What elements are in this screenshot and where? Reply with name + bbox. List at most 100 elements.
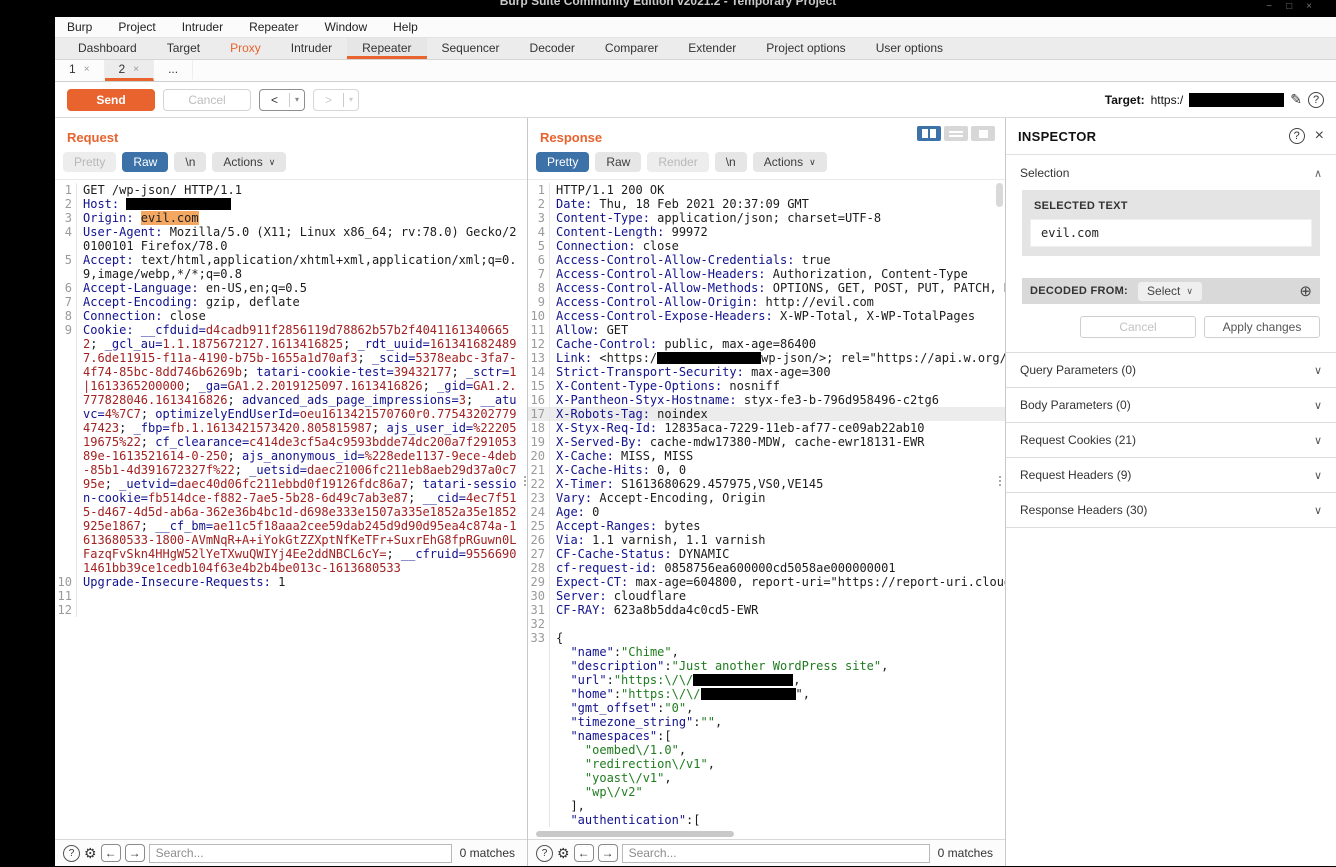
add-decoding-icon[interactable]: ⊕ [1299, 282, 1312, 300]
menu-item-intruder[interactable]: Intruder [182, 20, 223, 34]
line-number: 19 [528, 435, 550, 449]
tab-comparer[interactable]: Comparer [590, 38, 673, 59]
back-dropdown-icon[interactable]: ▾ [290, 95, 304, 104]
search-prev-icon[interactable]: ← [574, 844, 594, 862]
request-editor[interactable]: 1GET /wp-json/ HTTP/1.12Host: 3Origin: e… [55, 179, 527, 839]
code-line: "home":"https:\/\/", [528, 687, 1005, 701]
panel-splitter-handle[interactable] [999, 476, 1001, 486]
apply-changes-button[interactable]: Apply changes [1204, 316, 1320, 338]
code-line: 24Age: 0 [528, 505, 1005, 519]
search-help-icon[interactable]: ? [536, 845, 553, 862]
layout-rows-button[interactable] [944, 126, 968, 141]
decoded-from-select[interactable]: Select ∨ [1138, 282, 1202, 301]
tab-project-options[interactable]: Project options [751, 38, 860, 59]
line-number: 10 [55, 575, 77, 589]
search-settings-icon[interactable]: ⚙ [557, 845, 570, 862]
menu-item-repeater[interactable]: Repeater [249, 20, 298, 34]
view-tab-actions[interactable]: Actions∨ [753, 152, 827, 172]
response-vertical-scrollbar[interactable] [996, 183, 1003, 207]
view-tab-pretty[interactable]: Pretty [536, 152, 589, 172]
inspector-section-response-headers-30[interactable]: Response Headers (30)∨ [1006, 493, 1336, 528]
view-tab-n[interactable]: \n [715, 152, 747, 172]
menu-item-burp[interactable]: Burp [67, 20, 92, 34]
inspector-cancel-button[interactable]: Cancel [1080, 316, 1196, 338]
view-tab-pretty[interactable]: Pretty [63, 152, 116, 172]
chevron-down-icon: ∨ [1314, 364, 1322, 377]
selected-text-value[interactable]: evil.com [1030, 219, 1312, 247]
tab-target[interactable]: Target [152, 38, 215, 59]
response-search-input[interactable] [622, 844, 930, 863]
code-line: 23Vary: Accept-Encoding, Origin [528, 491, 1005, 505]
inspector-help-icon[interactable]: ? [1289, 128, 1305, 144]
decoded-from-label: DECODED FROM: [1030, 285, 1128, 297]
window-controls[interactable]: −□× [1266, 1, 1326, 12]
code-line: "namespaces":[ [528, 729, 1005, 743]
forward-arrow-icon: > [314, 93, 343, 107]
send-button[interactable]: Send [67, 89, 155, 111]
code-line: 8Connection: close [55, 309, 527, 323]
tab-close-icon[interactable]: × [133, 60, 139, 79]
line-number: 20 [528, 449, 550, 463]
tab-user-options[interactable]: User options [861, 38, 958, 59]
view-tab-raw[interactable]: Raw [595, 152, 641, 172]
tab-decoder[interactable]: Decoder [515, 38, 590, 59]
tab-sequencer[interactable]: Sequencer [427, 38, 515, 59]
main-tab-bar: DashboardTargetProxyIntruderRepeaterSequ… [55, 38, 1336, 60]
request-search-input[interactable] [149, 844, 452, 863]
line-number: 15 [528, 379, 550, 393]
cancel-button[interactable]: Cancel [163, 89, 251, 111]
tab-intruder[interactable]: Intruder [276, 38, 347, 59]
response-horizontal-scrollbar[interactable] [536, 831, 734, 837]
selection-section-header[interactable]: Selection ∧ [1006, 155, 1336, 188]
repeater-toolbar: Send Cancel < ▾ > ▾ Target: https:/ ✎ ? [55, 82, 1336, 118]
history-forward-button[interactable]: > ▾ [313, 89, 359, 111]
tab-repeater[interactable]: Repeater [347, 38, 426, 59]
repeater-tab-2[interactable]: 2× [105, 60, 155, 81]
code-line: 26Via: 1.1 varnish, 1.1 varnish [528, 533, 1005, 547]
menu-item-window[interactable]: Window [324, 20, 367, 34]
view-tab-raw[interactable]: Raw [122, 152, 168, 172]
code-line: 2Host: [55, 197, 527, 211]
tab-extender[interactable]: Extender [673, 38, 751, 59]
inspector-section-query-parameters-0[interactable]: Query Parameters (0)∨ [1006, 353, 1336, 388]
inspector-section-body-parameters-0[interactable]: Body Parameters (0)∨ [1006, 388, 1336, 423]
search-settings-icon[interactable]: ⚙ [84, 845, 97, 862]
line-number: 18 [528, 421, 550, 435]
help-icon[interactable]: ? [1308, 92, 1324, 108]
view-tab-actions[interactable]: Actions∨ [212, 152, 286, 172]
code-line: 10Access-Control-Expose-Headers: X-WP-To… [528, 309, 1005, 323]
code-line: "redirection\/v1", [528, 757, 1005, 771]
search-next-icon[interactable]: → [125, 844, 145, 862]
inspector-close-icon[interactable]: × [1315, 129, 1324, 143]
inspector-sections: Query Parameters (0)∨Body Parameters (0)… [1006, 352, 1336, 528]
tab-proxy[interactable]: Proxy [215, 38, 276, 59]
code-line: 10Upgrade-Insecure-Requests: 1 [55, 575, 527, 589]
view-tab-render[interactable]: Render [647, 152, 708, 172]
edit-target-icon[interactable]: ✎ [1290, 91, 1302, 108]
view-tab-n[interactable]: \n [174, 152, 206, 172]
search-next-icon[interactable]: → [598, 844, 618, 862]
search-help-icon[interactable]: ? [63, 845, 80, 862]
search-prev-icon[interactable]: ← [101, 844, 121, 862]
inspector-section-request-cookies-21[interactable]: Request Cookies (21)∨ [1006, 423, 1336, 458]
forward-dropdown-icon[interactable]: ▾ [344, 95, 358, 104]
panel-splitter-handle[interactable] [524, 476, 526, 486]
tab-close-icon[interactable]: × [84, 60, 90, 79]
window-title: Burp Suite Community Edition v2021.2 - T… [0, 0, 1336, 8]
code-line: 25Accept-Ranges: bytes [528, 519, 1005, 533]
menu-item-help[interactable]: Help [393, 20, 418, 34]
layout-columns-button[interactable] [917, 126, 941, 141]
repeater-tab-item[interactable]: ... [154, 60, 193, 81]
response-editor[interactable]: 1HTTP/1.1 200 OK2Date: Thu, 18 Feb 2021 … [528, 179, 1005, 839]
line-number: 16 [528, 393, 550, 407]
line-number: 5 [55, 253, 77, 281]
history-back-button[interactable]: < ▾ [259, 89, 305, 111]
tab-dashboard[interactable]: Dashboard [63, 38, 152, 59]
target-label: Target: [1105, 93, 1145, 107]
inspector-section-request-headers-9[interactable]: Request Headers (9)∨ [1006, 458, 1336, 493]
layout-single-button[interactable] [971, 126, 995, 141]
menu-item-project[interactable]: Project [118, 20, 155, 34]
code-line: 7Accept-Encoding: gzip, deflate [55, 295, 527, 309]
repeater-tab-1[interactable]: 1× [55, 60, 105, 81]
line-number [528, 813, 550, 827]
